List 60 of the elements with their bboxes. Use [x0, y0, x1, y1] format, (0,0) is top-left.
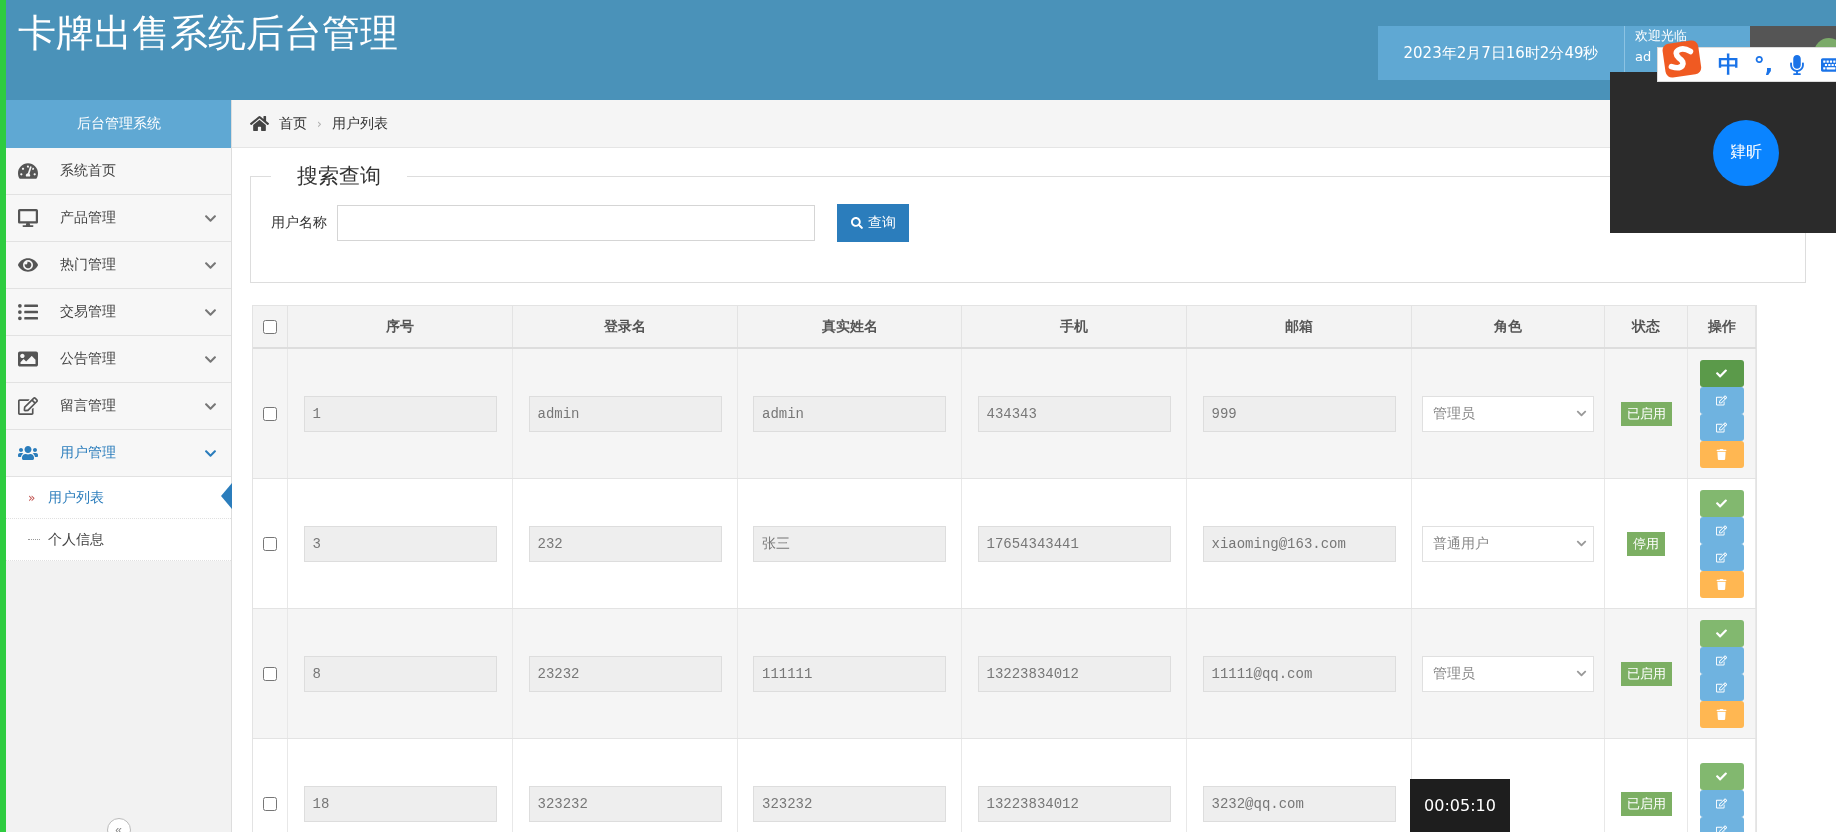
value-field[interactable]: 18 — [303, 785, 497, 822]
value-field[interactable]: 11111@qq.com — [1202, 655, 1396, 692]
role-select[interactable]: 管理员 — [1422, 395, 1594, 432]
submenu-item[interactable]: » 用户列表 — [6, 477, 231, 519]
value-field[interactable]: 23232 — [528, 655, 722, 692]
value-field[interactable]: 13223834012 — [977, 655, 1171, 692]
column-header: 真实姓名 — [738, 306, 962, 347]
breadcrumb-item[interactable]: 首页 — [279, 114, 307, 133]
menu-item[interactable]: 留言管理 — [6, 383, 231, 430]
listen-button[interactable]: 肄昕 — [1713, 119, 1779, 186]
menu-item[interactable]: 热门管理 — [6, 242, 231, 289]
menu-item[interactable]: 系统首页 — [6, 148, 231, 195]
value-field[interactable]: 434343 — [977, 395, 1171, 432]
value-field[interactable]: 323232 — [753, 785, 946, 822]
punctuation-mode[interactable]: °, — [1753, 52, 1773, 77]
menu-item[interactable]: 产品管理 — [6, 195, 231, 242]
column-header: 邮箱 — [1187, 306, 1412, 347]
column-header: 序号 — [288, 306, 513, 347]
value-field[interactable]: 13223834012 — [977, 785, 1171, 822]
value-field[interactable]: 323232 — [528, 785, 722, 822]
submenu-item[interactable]: 个人信息 — [6, 519, 231, 561]
welcome-text: 欢迎光临 — [1635, 27, 1687, 45]
value-field[interactable]: 张三 — [753, 525, 946, 562]
column-header: 角色 — [1412, 306, 1605, 347]
role-select[interactable]: 管理员 — [1422, 655, 1594, 692]
value-field[interactable]: admin — [528, 395, 722, 432]
video-timer: 00:05:10 — [1410, 779, 1510, 832]
value-field[interactable]: 17654343441 — [977, 525, 1171, 562]
sidebar-title: 后台管理系统 — [6, 100, 231, 148]
breadcrumb-item: 用户列表 — [331, 114, 388, 133]
field-label: 用户名称 — [271, 214, 327, 232]
search-button[interactable]: 查询 — [837, 204, 909, 242]
menu-item[interactable]: 公告管理 — [6, 336, 231, 383]
role-select[interactable]: 普通用户 — [1422, 525, 1594, 562]
column-header: 登录名 — [513, 306, 738, 347]
column-header: 手机 — [962, 306, 1187, 347]
status-badge: 已启用 — [1620, 661, 1672, 686]
breadcrumb-separator: › — [317, 116, 322, 131]
input-mode[interactable]: 中 — [1717, 49, 1740, 80]
value-field[interactable]: xiaoming@163.com — [1202, 525, 1396, 562]
username: ad — [1635, 49, 1652, 64]
status-badge: 已启用 — [1620, 791, 1672, 816]
active-marker: » — [28, 490, 37, 505]
status-badge: 停用 — [1627, 531, 1665, 556]
column-header: 状态 — [1605, 306, 1688, 347]
value-field[interactable]: 3232@qq.com — [1202, 785, 1396, 822]
date-time: 2023年2月7日16时2分49秒 — [1378, 26, 1625, 80]
app-title: 卡牌出售系统后台管理 — [17, 10, 398, 57]
status-badge: 已启用 — [1620, 401, 1672, 426]
column-header: 操作 — [1688, 306, 1756, 347]
search-legend: 搜索查询 — [271, 162, 407, 190]
value-field[interactable]: 999 — [1202, 395, 1396, 432]
value-field[interactable]: 8 — [303, 655, 497, 692]
value-field[interactable]: 111111 — [753, 655, 946, 692]
value-field[interactable]: admin — [753, 395, 946, 432]
value-field[interactable]: 3 — [303, 525, 497, 562]
value-field[interactable]: 232 — [528, 525, 722, 562]
value-field[interactable]: 1 — [303, 395, 497, 432]
menu-item[interactable]: 交易管理 — [6, 289, 231, 336]
menu-item[interactable]: 用户管理 — [6, 430, 231, 477]
